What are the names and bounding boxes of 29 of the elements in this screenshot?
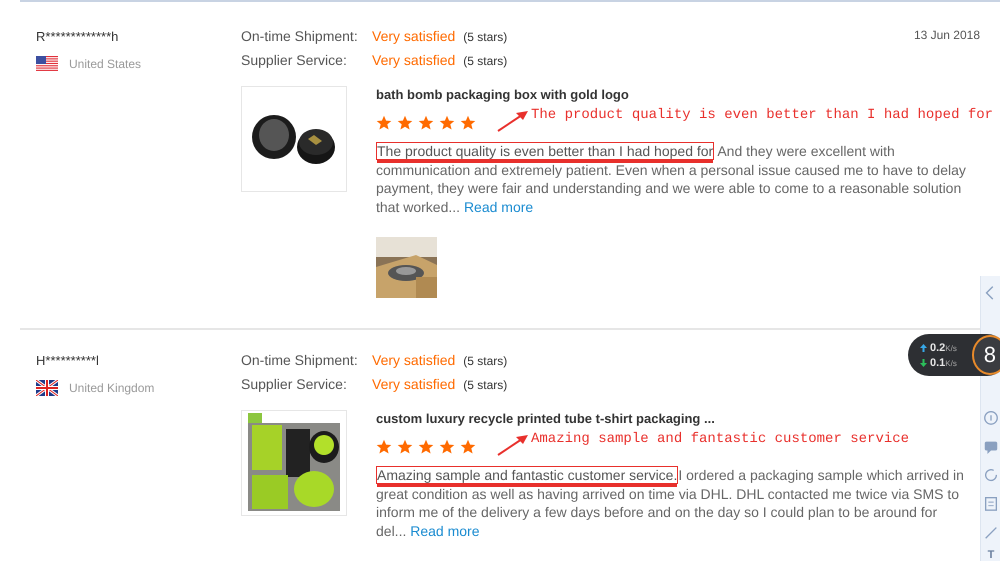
rating-label: Supplier Service: bbox=[241, 52, 348, 68]
rating-stars-text: (5 stars) bbox=[463, 354, 508, 368]
annotation-text: Amazing sample and fantastic customer service bbox=[531, 431, 910, 447]
review-date: 13 Jun 2018 bbox=[914, 28, 980, 42]
country-name: United States bbox=[69, 57, 142, 71]
rating-value: Very satisfied bbox=[372, 352, 456, 368]
product-title[interactable]: bath bomb packaging box with gold logo bbox=[376, 87, 967, 103]
rating-value: Very satisfied bbox=[372, 28, 456, 44]
annotation-text: The product quality is even better than I had hoped for bbox=[531, 107, 994, 123]
speed-score: 8 bbox=[972, 335, 1000, 375]
rating-stars-text: (5 stars) bbox=[463, 54, 508, 68]
toolbar-label: T bbox=[988, 548, 994, 561]
product-title[interactable]: custom luxury recycle printed tube t-shirt packaging ... bbox=[376, 411, 967, 427]
read-more-link[interactable]: Read more bbox=[464, 198, 534, 214]
country-name: United Kingdom bbox=[69, 381, 154, 395]
review-text: Amazing sample and fantastic customer service.I ordered a packaging sample which arrived in great condition as well as having arrived on time via DHL. DHL contacted me twice via SMS to inform me of the delivery a few days before and on the day so I could plan to be around for del... Read more bbox=[376, 466, 965, 540]
upload-speed: 0.2K/s bbox=[930, 342, 957, 354]
rating-value: Very satisfied bbox=[372, 52, 456, 68]
rating-value: Very satisfied bbox=[372, 376, 456, 392]
rating-label: On-time Shipment: bbox=[241, 352, 359, 368]
reviewer-name: R*************h bbox=[36, 29, 120, 45]
reviewer-name: H**********l bbox=[36, 353, 100, 369]
rating-label: Supplier Service: bbox=[241, 376, 348, 392]
review-text: The product quality is even better than I had hoped for And they were excellent with communication and extremely patient. Even when a personal issue caused me to have to delay payment, they were fair and understanding and we were able to come to a reasonable solution that worked... Read more bbox=[376, 142, 967, 216]
rating-label: On-time Shipment: bbox=[241, 28, 359, 44]
rating-stars-text: (5 stars) bbox=[463, 378, 508, 392]
read-more-link[interactable]: Read more bbox=[410, 522, 480, 538]
rating-stars-text: (5 stars) bbox=[463, 30, 508, 44]
download-speed: 0.1K/s bbox=[930, 356, 957, 368]
